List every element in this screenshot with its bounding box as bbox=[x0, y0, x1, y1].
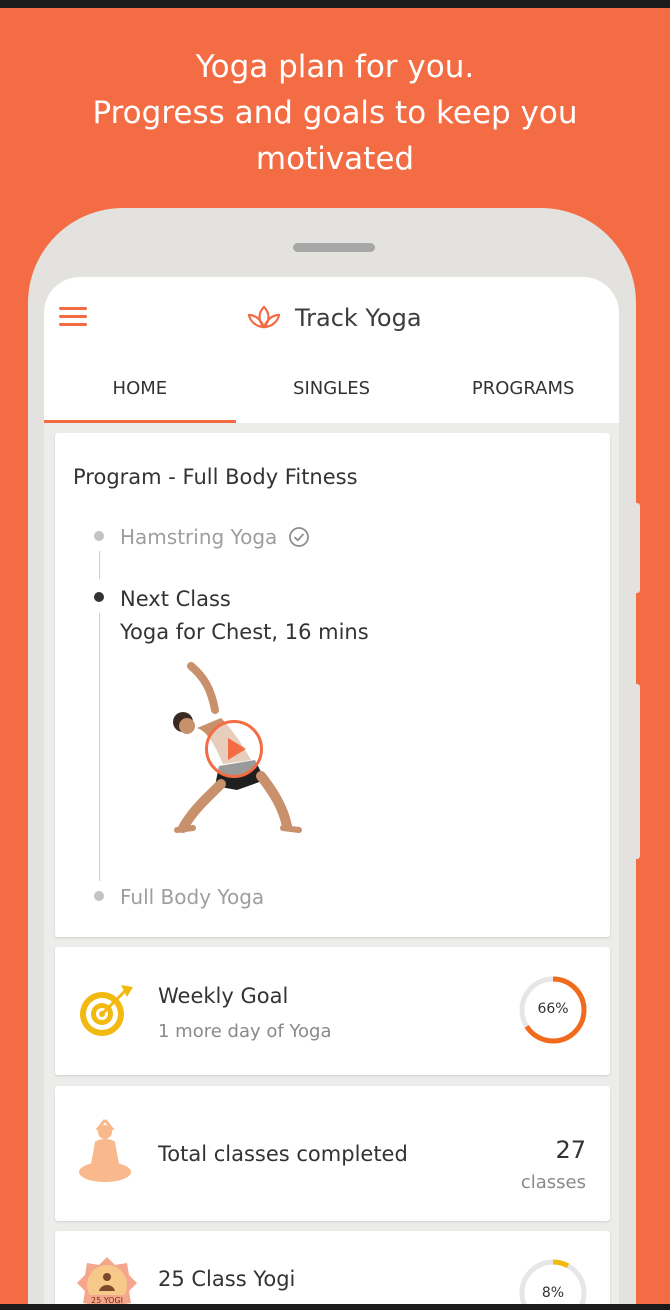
headline-line-1: Yoga plan for you. bbox=[195, 49, 475, 85]
program-title: Program - Full Body Fitness bbox=[73, 465, 358, 489]
weekly-goal-title: Weekly Goal bbox=[158, 984, 289, 1008]
timeline-dot-current bbox=[94, 592, 104, 602]
yogi-badge-icon: 25 YOGI bbox=[77, 1257, 137, 1310]
timeline-dot-done bbox=[94, 531, 104, 541]
next-class-heading: Next Class bbox=[120, 587, 231, 611]
hamburger-menu-icon[interactable] bbox=[59, 307, 89, 329]
meditation-icon bbox=[79, 1119, 131, 1182]
play-button[interactable] bbox=[205, 720, 263, 778]
phone-volume-button bbox=[634, 503, 640, 593]
lotus-icon bbox=[247, 305, 281, 329]
badge-progress-ring bbox=[519, 1259, 587, 1310]
total-classes-count: 27 bbox=[555, 1136, 586, 1164]
phone-speaker bbox=[293, 243, 375, 252]
app-title: Track Yoga bbox=[295, 304, 422, 332]
app-screen: Track Yoga HOME SINGLES PROGRAMS Program… bbox=[44, 277, 619, 1310]
weekly-goal-subtitle: 1 more day of Yoga bbox=[158, 1021, 332, 1042]
tab-programs[interactable]: PROGRAMS bbox=[427, 363, 619, 423]
tab-home[interactable]: HOME bbox=[44, 363, 236, 423]
status-strip bbox=[0, 0, 670, 8]
total-classes-card[interactable]: Total classes completed 27 classes bbox=[55, 1086, 610, 1221]
phone-power-button bbox=[634, 684, 640, 859]
next-class-title: Yoga for Chest, 16 mins bbox=[120, 620, 369, 644]
badge-card[interactable]: 25 YOGI 25 Class Yogi 8% bbox=[55, 1231, 610, 1310]
bottom-strip bbox=[0, 1304, 670, 1310]
headline-line-3: motivated bbox=[255, 141, 415, 177]
timeline-line bbox=[99, 551, 100, 579]
check-circle-icon bbox=[289, 527, 309, 547]
tab-singles[interactable]: SINGLES bbox=[236, 363, 428, 423]
completed-class-label: Hamstring Yoga bbox=[120, 525, 278, 549]
total-classes-title: Total classes completed bbox=[158, 1142, 408, 1166]
badge-percent: 8% bbox=[541, 1285, 565, 1301]
timeline-dot-upcoming bbox=[94, 891, 104, 901]
badge-title: 25 Class Yogi bbox=[158, 1267, 296, 1291]
program-card[interactable]: Program - Full Body Fitness Hamstring Yo… bbox=[55, 433, 610, 937]
headline-line-2: Progress and goals to keep you bbox=[92, 95, 578, 131]
target-icon bbox=[80, 985, 133, 1036]
weekly-goal-card[interactable]: Weekly Goal 1 more day of Yoga 66% bbox=[55, 947, 610, 1075]
promo-headline: Yoga plan for you. Progress and goals to… bbox=[0, 44, 670, 182]
timeline-line bbox=[99, 613, 100, 881]
app-bar: Track Yoga bbox=[44, 277, 619, 363]
tab-bar: HOME SINGLES PROGRAMS bbox=[44, 363, 619, 423]
upcoming-class-label: Full Body Yoga bbox=[120, 885, 265, 909]
total-classes-unit: classes bbox=[520, 1172, 586, 1193]
weekly-goal-percent: 66% bbox=[537, 1001, 569, 1017]
